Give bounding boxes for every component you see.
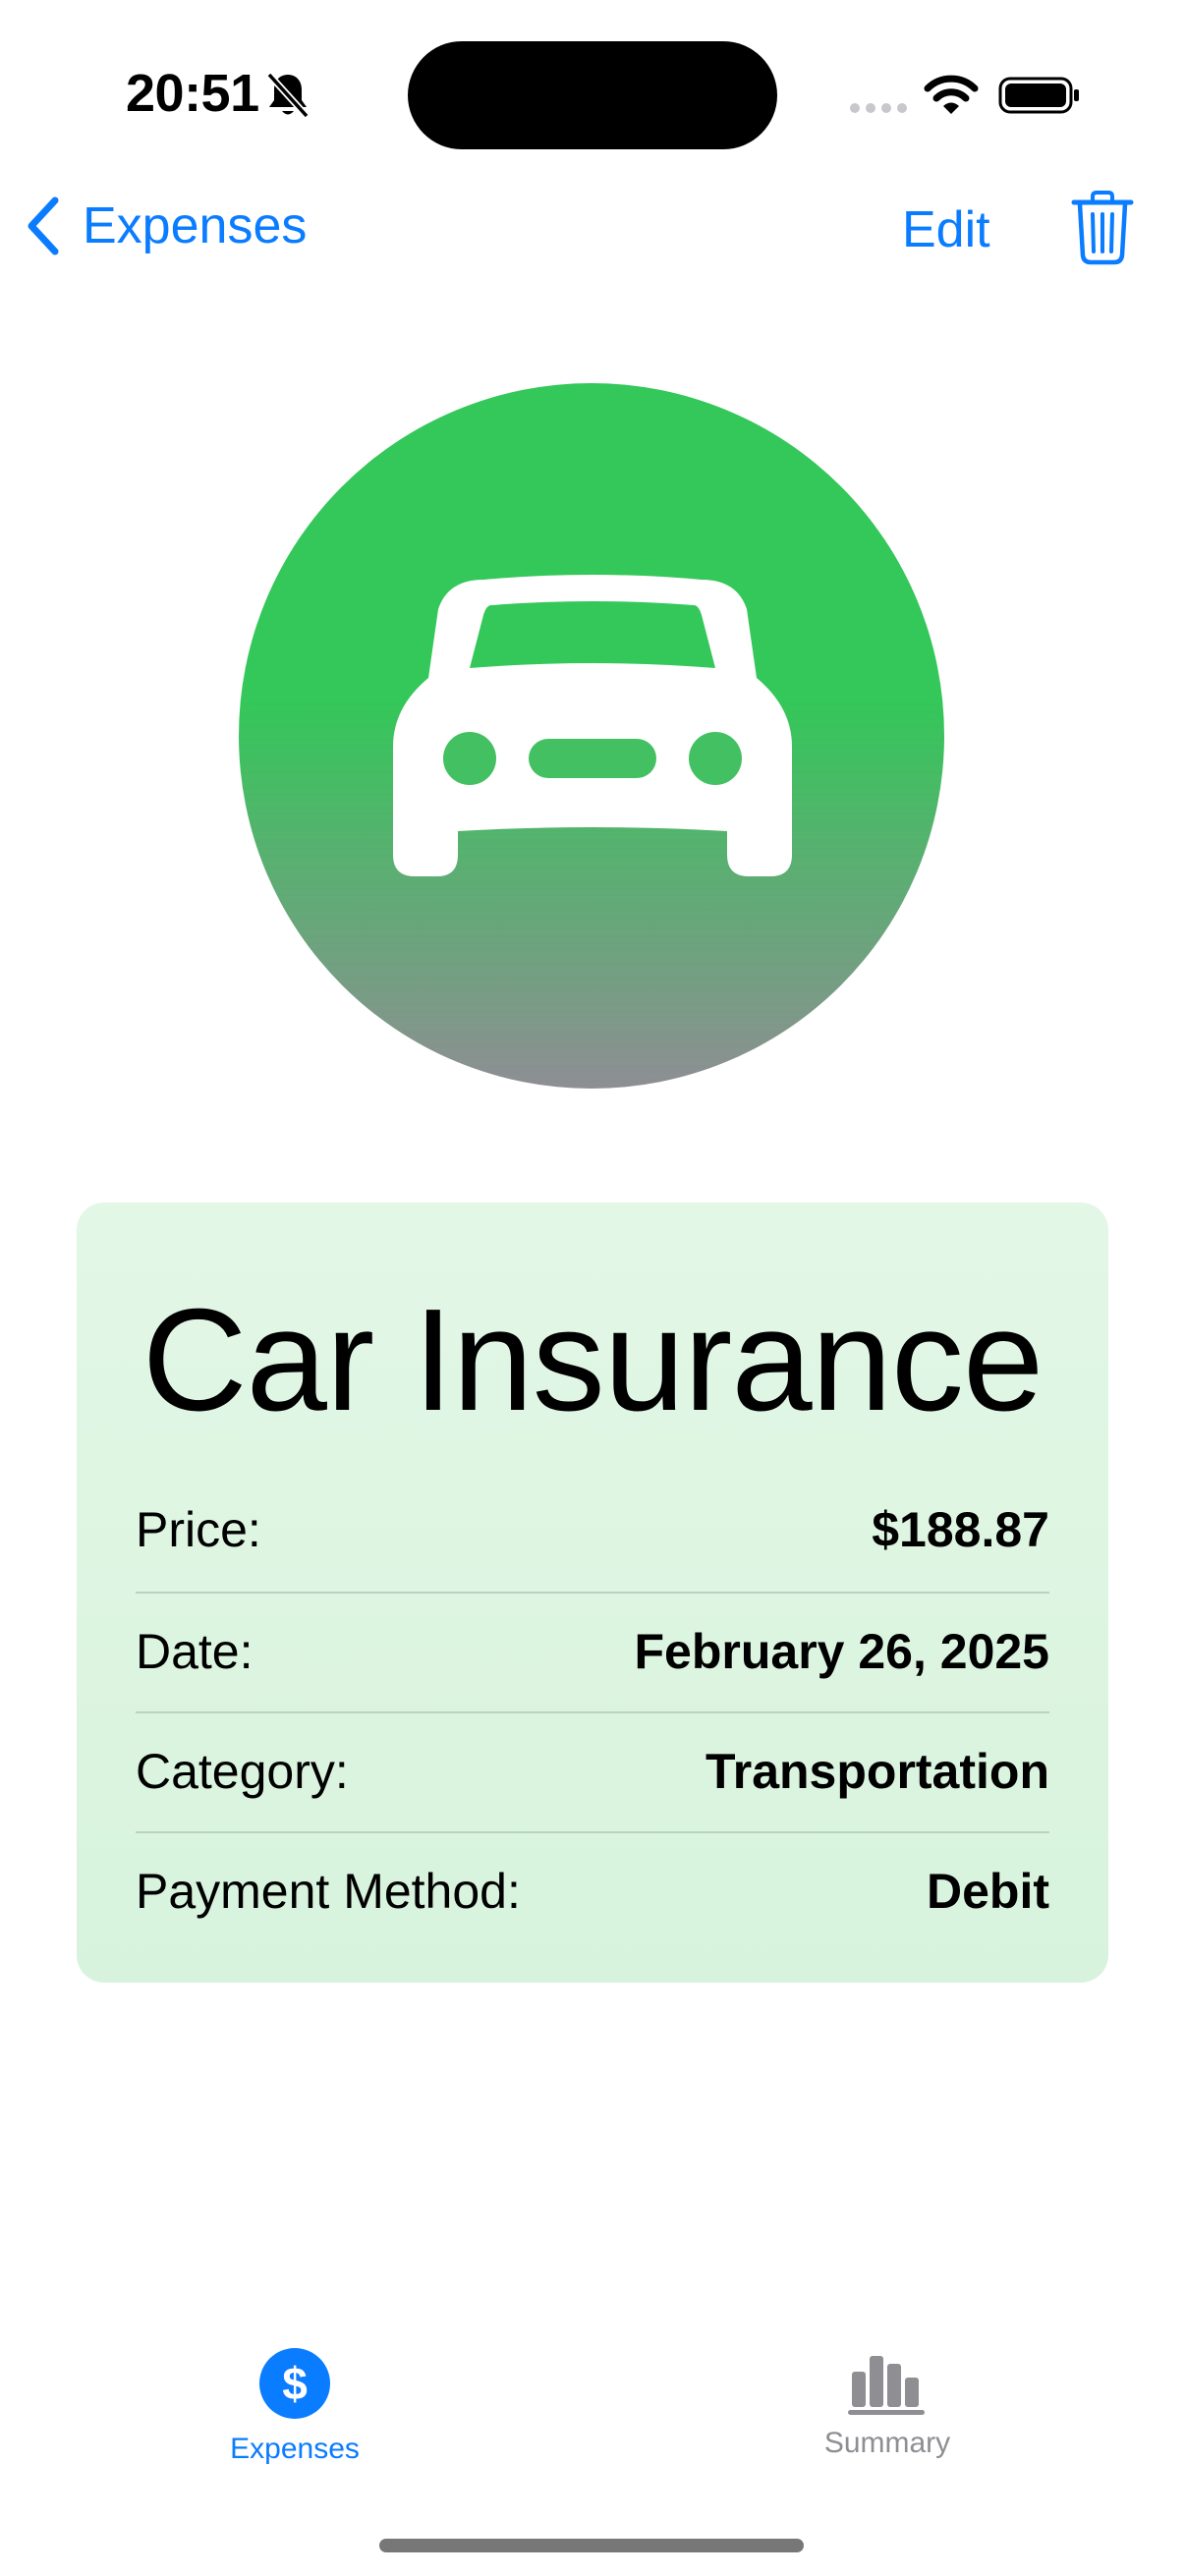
payment-method-row: Payment Method: Debit — [136, 1831, 1049, 1951]
trash-icon[interactable] — [1071, 191, 1134, 265]
home-indicator[interactable] — [379, 2539, 804, 2552]
price-label: Price: — [136, 1502, 261, 1557]
payment-method-label: Payment Method: — [136, 1864, 521, 1919]
tab-expenses[interactable]: $ Expenses — [147, 2348, 442, 2466]
date-value: February 26, 2025 — [634, 1624, 1050, 1679]
tab-expenses-label: Expenses — [230, 2433, 360, 2465]
status-time: 20:51 — [126, 64, 259, 123]
car-icon — [393, 575, 792, 876]
dynamic-island — [408, 41, 777, 149]
back-button-label: Expenses — [83, 197, 308, 254]
tab-summary[interactable]: Summary — [740, 2348, 1035, 2460]
wifi-icon — [924, 75, 979, 114]
back-button[interactable]: Expenses — [26, 196, 307, 255]
payment-method-value: Debit — [927, 1864, 1049, 1919]
date-label: Date: — [136, 1624, 254, 1679]
price-row: Price: $188.87 — [136, 1470, 1049, 1590]
tab-summary-label: Summary — [823, 2427, 951, 2459]
edit-button[interactable]: Edit — [902, 200, 990, 259]
category-row: Category: Transportation — [136, 1711, 1049, 1831]
silent-mode-icon — [266, 72, 310, 119]
expense-title: Car Insurance — [141, 1279, 1044, 1441]
chevron-left-icon — [28, 196, 59, 255]
battery-icon — [998, 77, 1079, 114]
category-label: Category: — [136, 1744, 349, 1799]
dollar-icon: $ — [259, 2348, 330, 2419]
date-row: Date: February 26, 2025 — [136, 1592, 1049, 1711]
bar-chart-icon — [848, 2356, 925, 2415]
price-value: $188.87 — [872, 1502, 1049, 1557]
cellular-signal-icon — [850, 103, 907, 113]
category-value: Transportation — [705, 1744, 1049, 1799]
